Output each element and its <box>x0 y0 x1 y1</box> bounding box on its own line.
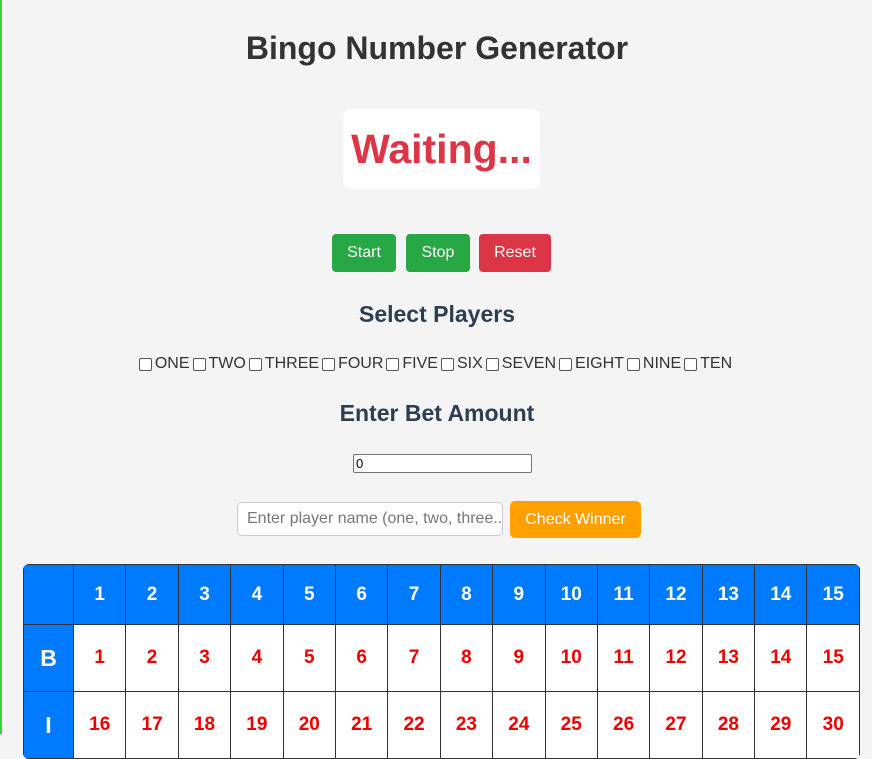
board-number-cell: 20 <box>282 691 336 759</box>
column-header: 9 <box>492 564 546 625</box>
column-header: 7 <box>387 564 441 625</box>
board-number-cell: 2 <box>125 624 179 692</box>
player-checkbox[interactable] <box>559 357 573 371</box>
column-header: 11 <box>596 564 651 625</box>
board-row: B 1 2 3 4 5 6 7 8 9 10 11 12 13 14 15 <box>23 624 860 692</box>
player-option-nine[interactable]: NINE <box>626 355 682 373</box>
bet-amount-input[interactable]: 0 <box>353 454 532 473</box>
number-display: Waiting... <box>343 109 540 189</box>
player-checkbox[interactable] <box>440 357 454 371</box>
board-number-cell: 17 <box>125 691 179 759</box>
board-number-cell: 12 <box>649 624 703 692</box>
column-header: 1 <box>72 564 127 625</box>
board-number-cell: 13 <box>701 624 756 692</box>
player-option-six[interactable]: SIX <box>440 355 483 373</box>
column-header: 10 <box>544 564 598 625</box>
board-corner-cell <box>23 564 74 625</box>
column-header: 2 <box>125 564 179 625</box>
board-number-cell: 7 <box>387 624 441 692</box>
player-label: ONE <box>154 355 190 372</box>
player-label: SEVEN <box>501 355 557 372</box>
column-header: 14 <box>754 564 808 625</box>
reset-button[interactable]: Reset <box>479 234 551 272</box>
board-number-cell: 8 <box>439 624 494 692</box>
board-number-cell: 10 <box>544 624 598 692</box>
board-number-cell: 14 <box>754 624 808 692</box>
player-option-ten[interactable]: TEN <box>684 355 732 373</box>
player-label: FIVE <box>402 355 438 372</box>
board-number-cell: 21 <box>334 691 389 759</box>
bingo-board: 1 2 3 4 5 6 7 8 9 10 11 12 13 14 15 B 1 2 3 4 5 6 7 8 9 10 11 12 13… <box>23 564 860 759</box>
player-option-five[interactable]: FIVE <box>386 355 438 373</box>
board-number-cell: 28 <box>701 691 756 759</box>
player-checkbox[interactable] <box>485 357 499 371</box>
column-header: 8 <box>439 564 494 625</box>
board-number-cell: 26 <box>596 691 651 759</box>
player-checkbox[interactable] <box>248 357 262 371</box>
board-number-cell: 22 <box>387 691 441 759</box>
board-number-cell: 4 <box>230 624 284 692</box>
column-header: 4 <box>230 564 284 625</box>
board-number-cell: 3 <box>177 624 232 692</box>
player-checkbox[interactable] <box>138 357 152 371</box>
select-players-heading: Select Players <box>358 301 515 327</box>
bet-amount-heading: Enter Bet Amount <box>339 400 535 426</box>
start-button[interactable]: Start <box>332 234 396 272</box>
player-label: NINE <box>642 355 682 372</box>
column-header: 12 <box>649 564 703 625</box>
player-option-eight[interactable]: EIGHT <box>559 355 624 373</box>
row-letter: B <box>23 624 74 692</box>
player-checkbox[interactable] <box>626 357 640 371</box>
board-number-cell: 16 <box>72 691 127 759</box>
board-number-cell: 29 <box>754 691 808 759</box>
board-number-cell: 9 <box>492 624 546 692</box>
column-header: 3 <box>177 564 232 625</box>
player-label: EIGHT <box>575 355 624 372</box>
board-number-cell: 18 <box>177 691 232 759</box>
board-number-cell: 11 <box>596 624 651 692</box>
board-number-cell: 15 <box>806 624 860 692</box>
column-header: 13 <box>701 564 756 625</box>
board-number-cell: 1 <box>72 624 127 692</box>
board-number-cell: 30 <box>806 691 860 759</box>
row-letter: I <box>23 691 74 759</box>
board-number-cell: 23 <box>439 691 494 759</box>
board-number-cell: 25 <box>544 691 598 759</box>
player-option-one[interactable]: ONE <box>138 355 190 373</box>
player-label: TWO <box>208 355 246 372</box>
player-checkbox[interactable] <box>192 357 206 371</box>
stop-button[interactable]: Stop <box>406 234 470 272</box>
check-winner-button[interactable]: Check Winner <box>510 501 641 538</box>
player-option-four[interactable]: FOUR <box>322 355 383 373</box>
player-label: SIX <box>456 355 483 372</box>
player-option-two[interactable]: TWO <box>192 355 246 373</box>
player-option-seven[interactable]: SEVEN <box>485 355 557 373</box>
column-header: 15 <box>806 564 860 625</box>
player-checkbox[interactable] <box>386 357 400 371</box>
player-checkbox-group: ONE TWO THREE FOUR FIVE SIX SEVEN EIGHT NINE TEN <box>2 355 872 373</box>
player-name-input[interactable]: Enter player name (one, two, three... <box>237 502 503 536</box>
column-header: 5 <box>282 564 336 625</box>
player-label: TEN <box>700 355 733 372</box>
player-label: THREE <box>264 355 320 372</box>
board-number-cell: 6 <box>334 624 389 692</box>
column-header: 6 <box>334 564 389 625</box>
board-row: I 16 17 18 19 20 21 22 23 24 25 26 27 28 29 30 <box>23 691 860 759</box>
player-label: FOUR <box>338 355 384 372</box>
board-number-cell: 19 <box>230 691 284 759</box>
player-option-three[interactable]: THREE <box>248 355 320 373</box>
board-number-cell: 5 <box>282 624 336 692</box>
board-number-cell: 24 <box>492 691 546 759</box>
player-checkbox[interactable] <box>322 357 336 371</box>
player-checkbox[interactable] <box>684 357 698 371</box>
board-number-cell: 27 <box>649 691 703 759</box>
page-title: Bingo Number Generator <box>245 30 629 66</box>
